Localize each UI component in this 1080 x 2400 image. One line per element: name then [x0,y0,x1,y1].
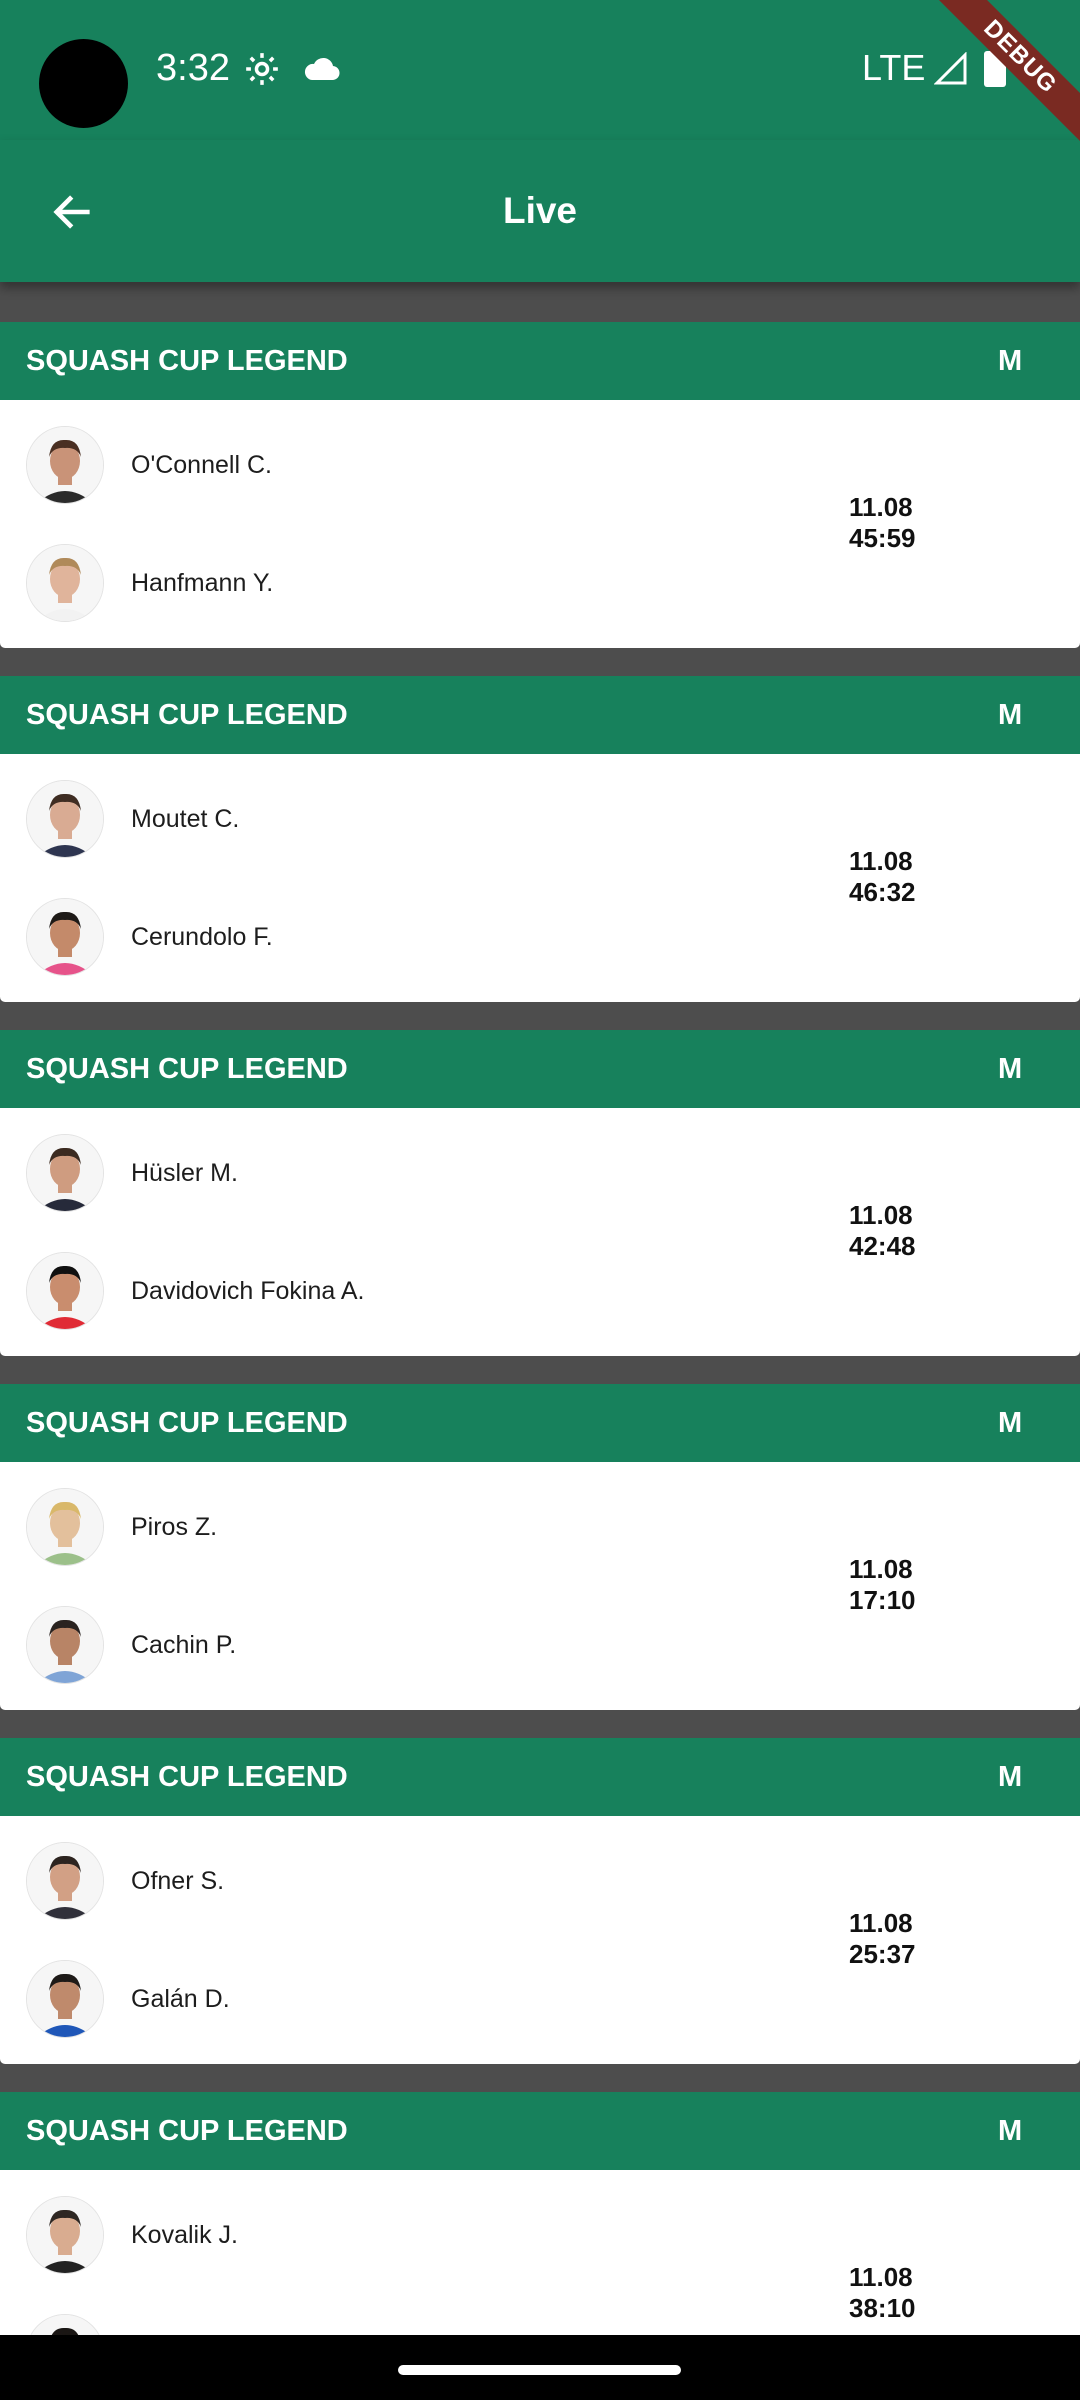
match-card[interactable]: SQUASH CUP LEGEND M O'Connell C. Hanfmann Y… [0,322,1080,648]
match-datetime: 11.08 46:32 [849,846,916,908]
match-card-header: SQUASH CUP LEGEND M [0,322,1080,400]
match-card-body[interactable]: Kovalik J. 11.08 38:10 [0,2170,1080,2335]
match-card-header: SQUASH CUP LEGEND M [0,2092,1080,2170]
player-avatar [26,1842,104,1920]
player-row: Cachin P. [26,1605,236,1685]
player-avatar [26,1960,104,2038]
player-avatar [26,544,104,622]
match-date: 11.08 [849,846,913,876]
league-name: SQUASH CUP LEGEND [26,1053,348,1085]
page-title: Live [502,190,578,231]
match-card-body[interactable]: Piros Z. Cachin P. 11.08 17:10 [0,1462,1080,1710]
status-time: 3:32 [156,47,230,89]
player-row: Hüsler M. [26,1133,238,1213]
home-indicator[interactable] [398,2365,681,2375]
match-date: 11.08 [849,1200,913,1230]
match-card-header: SQUASH CUP LEGEND M [0,676,1080,754]
player-name: Cerundolo F. [131,922,273,951]
gender-label: M [998,1053,1023,1085]
gender-label: M [998,1407,1023,1439]
debug-ribbon: DEBUG [930,0,1080,150]
league-name: SQUASH CUP LEGEND [26,699,348,731]
player-name: Moutet C. [131,804,240,833]
network-type: LTE [862,47,926,88]
match-card-header: SQUASH CUP LEGEND M [0,1384,1080,1462]
player-row: Galán D. [26,1959,230,2039]
match-datetime: 11.08 38:10 [849,2262,916,2324]
camera-cutout [39,39,128,128]
player-name: Ofner S. [131,1866,225,1895]
match-card[interactable]: SQUASH CUP LEGEND M Kovalik J. 11.08 38:10 [0,2092,1080,2335]
match-clock: 17:10 [849,1585,916,1615]
match-card-header: SQUASH CUP LEGEND M [0,1738,1080,1816]
match-date: 11.08 [849,2262,913,2292]
status-bar: 3:32 LTE DEBUG [0,0,1080,147]
match-card-body[interactable]: Moutet C. Cerundolo F. 11.08 46:32 [0,754,1080,1002]
match-clock: 45:59 [849,523,916,553]
league-name: SQUASH CUP LEGEND [26,1407,348,1439]
gender-label: M [998,2115,1023,2147]
match-card[interactable]: SQUASH CUP LEGEND M Piros Z. Cachin P. 11.08… [0,1384,1080,1710]
settings-gear-icon [246,53,278,85]
player-avatar [26,1134,104,1212]
player-row: Ofner S. [26,1841,224,1921]
player-row: Davidovich Fokina A. [26,1251,364,1331]
match-datetime: 11.08 25:37 [849,1908,916,1970]
match-datetime: 11.08 17:10 [849,1554,916,1616]
gender-label: M [998,699,1023,731]
player-row: Piros Z. [26,1487,217,1567]
match-list[interactable]: SQUASH CUP LEGEND M O'Connell C. Hanfmann Y… [0,282,1080,2335]
player-row: Moutet C. [26,779,239,859]
player-row: Hanfmann Y. [26,543,273,623]
match-card-body[interactable]: O'Connell C. Hanfmann Y. 11.08 45:59 [0,400,1080,648]
player-name: Davidovich Fokina A. [131,1276,365,1305]
player-avatar [26,1252,104,1330]
player-avatar [26,1606,104,1684]
match-date: 11.08 [849,1908,913,1938]
match-datetime: 11.08 45:59 [849,492,916,554]
league-name: SQUASH CUP LEGEND [26,1761,348,1793]
debug-label: DEBUG [930,0,1080,147]
player-row: Cerundolo F. [26,897,273,977]
gender-label: M [998,345,1023,377]
player-avatar [26,2196,104,2274]
player-avatar [26,780,104,858]
player-name: Hüsler M. [131,1158,238,1187]
match-clock: 38:10 [849,2293,916,2323]
match-card-body[interactable]: Hüsler M. Davidovich Fokina A. 11.08 42:48 [0,1108,1080,1356]
player-name: Cachin P. [131,1630,237,1659]
match-card-body[interactable]: Ofner S. Galán D. 11.08 25:37 [0,1816,1080,2064]
match-clock: 42:48 [849,1231,916,1261]
player-name: Kovalik J. [131,2220,238,2249]
gender-label: M [998,1761,1023,1793]
player-name: Hanfmann Y. [131,568,274,597]
app-bar: Live [0,140,1080,282]
navigation-bar [0,2335,1080,2400]
match-clock: 25:37 [849,1939,916,1969]
player-avatar [26,2314,104,2335]
player-avatar [26,426,104,504]
player-avatar [26,898,104,976]
player-row: O'Connell C. [26,425,272,505]
league-name: SQUASH CUP LEGEND [26,2115,348,2147]
match-datetime: 11.08 42:48 [849,1200,916,1262]
match-clock: 46:32 [849,877,916,907]
league-name: SQUASH CUP LEGEND [26,345,348,377]
match-date: 11.08 [849,492,913,522]
match-card[interactable]: SQUASH CUP LEGEND M Hüsler M. Davidovich Fo… [0,1030,1080,1356]
player-avatar [26,1488,104,1566]
cloud-icon [304,57,340,81]
match-date: 11.08 [849,1554,913,1584]
match-card-header: SQUASH CUP LEGEND M [0,1030,1080,1108]
player-row [26,2313,131,2335]
match-card[interactable]: SQUASH CUP LEGEND M Ofner S. Galán D. 11.08 2… [0,1738,1080,2064]
player-name: Galán D. [131,1984,230,2013]
player-row: Kovalik J. [26,2195,238,2275]
player-name: O'Connell C. [131,450,272,479]
player-name: Piros Z. [131,1512,218,1541]
match-card[interactable]: SQUASH CUP LEGEND M Moutet C. Cerundolo F. 1… [0,676,1080,1002]
